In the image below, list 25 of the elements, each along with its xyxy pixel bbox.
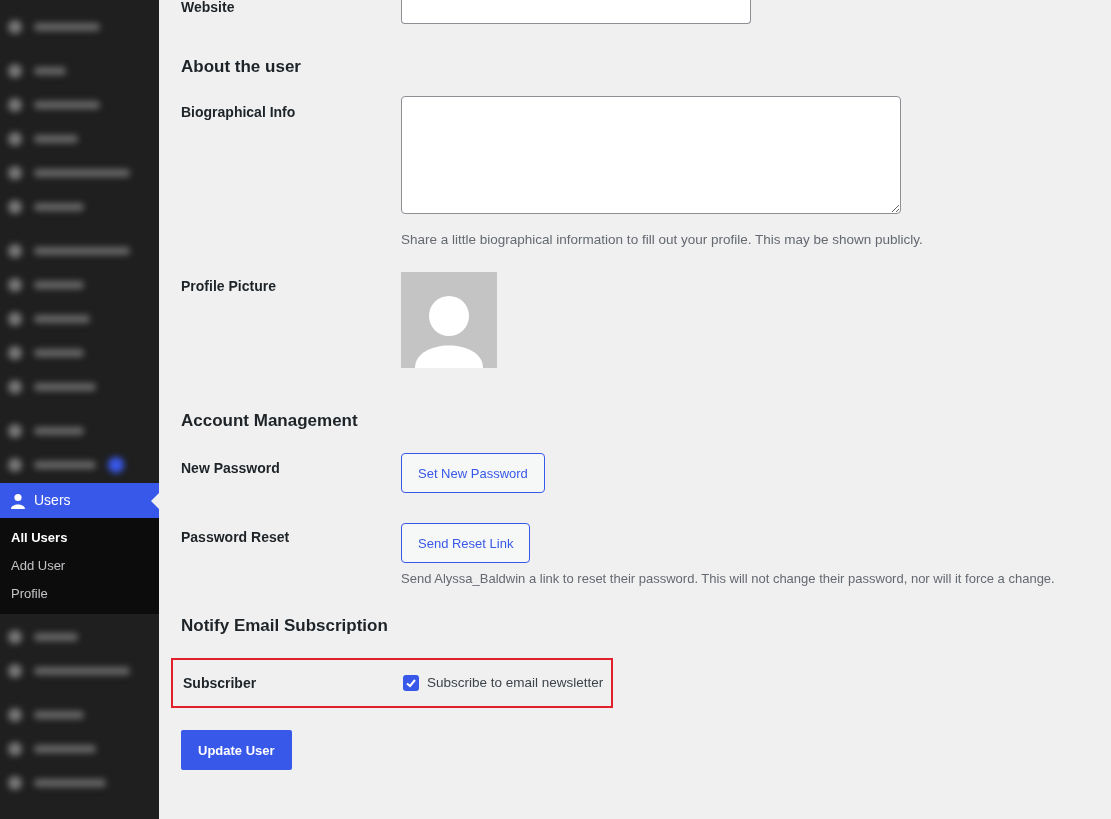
submenu-link[interactable]: All Users bbox=[0, 524, 159, 552]
field-label: Subscriber bbox=[183, 673, 258, 693]
submenu-link[interactable]: Profile bbox=[0, 580, 159, 608]
field-description: Share a little biographical information to fill out your profile. This may be shown publicly. bbox=[401, 230, 923, 249]
pointer-icon bbox=[151, 493, 159, 509]
checkbox-icon[interactable] bbox=[403, 675, 419, 692]
users-menu-item[interactable]: Users bbox=[0, 483, 159, 518]
reset-link-button[interactable]: Send Reset Link bbox=[401, 523, 531, 564]
user-icon bbox=[10, 492, 26, 509]
field-label: New Password bbox=[181, 458, 281, 478]
section-heading: About the user bbox=[181, 56, 302, 78]
field-label: Profile Picture bbox=[181, 276, 277, 296]
newsletter-checkbox[interactable]: Subscribe to email newsletter bbox=[403, 673, 604, 694]
section-heading: Notify Email Subscription bbox=[181, 614, 389, 637]
set-password-button[interactable]: Set New Password bbox=[401, 453, 545, 494]
submenu-link[interactable]: Add User bbox=[0, 552, 159, 580]
field-label: Password Reset bbox=[181, 528, 291, 548]
field-label: Biographical Info bbox=[181, 102, 297, 122]
field-label: Website bbox=[181, 0, 236, 14]
website-input[interactable] bbox=[401, 0, 751, 24]
biography-textarea[interactable] bbox=[401, 95, 901, 214]
update-user-button[interactable]: Update User bbox=[181, 730, 292, 771]
section-heading: Account Management bbox=[181, 409, 359, 432]
avatar-placeholder-icon bbox=[401, 271, 497, 368]
field-description: Send Alyssa_Baldwin a link to reset their password. This will not change their password, nor will it force a change. bbox=[401, 570, 1055, 589]
